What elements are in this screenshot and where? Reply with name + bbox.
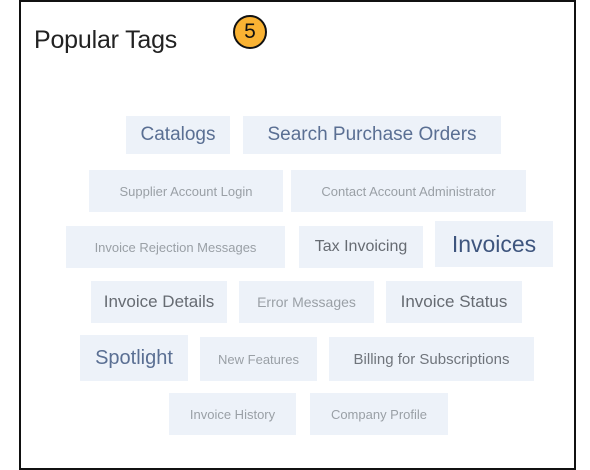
panel-title: Popular Tags <box>34 26 178 54</box>
tag-spotlight[interactable]: Spotlight <box>80 335 188 381</box>
tag-supplier-account-login[interactable]: Supplier Account Login <box>89 170 283 212</box>
tag-error-messages[interactable]: Error Messages <box>239 281 374 323</box>
tag-invoice-rejection-messages[interactable]: Invoice Rejection Messages <box>66 226 285 268</box>
step-number-badge: 5 <box>233 15 267 49</box>
tag-invoice-history[interactable]: Invoice History <box>169 393 296 435</box>
tag-tax-invoicing[interactable]: Tax Invoicing <box>299 226 423 268</box>
tag-company-profile[interactable]: Company Profile <box>310 393 448 435</box>
tag-invoice-status[interactable]: Invoice Status <box>386 281 522 323</box>
tag-invoice-details[interactable]: Invoice Details <box>91 281 227 323</box>
tag-billing-for-subscriptions[interactable]: Billing for Subscriptions <box>329 337 534 381</box>
popular-tags-panel: Popular Tags 5 Catalogs Search Purchase … <box>19 0 576 470</box>
tag-search-purchase-orders[interactable]: Search Purchase Orders <box>243 116 501 154</box>
tag-invoices[interactable]: Invoices <box>435 221 553 267</box>
tag-catalogs[interactable]: Catalogs <box>126 116 230 154</box>
tag-contact-account-administrator[interactable]: Contact Account Administrator <box>291 170 526 212</box>
tag-new-features[interactable]: New Features <box>200 337 317 381</box>
